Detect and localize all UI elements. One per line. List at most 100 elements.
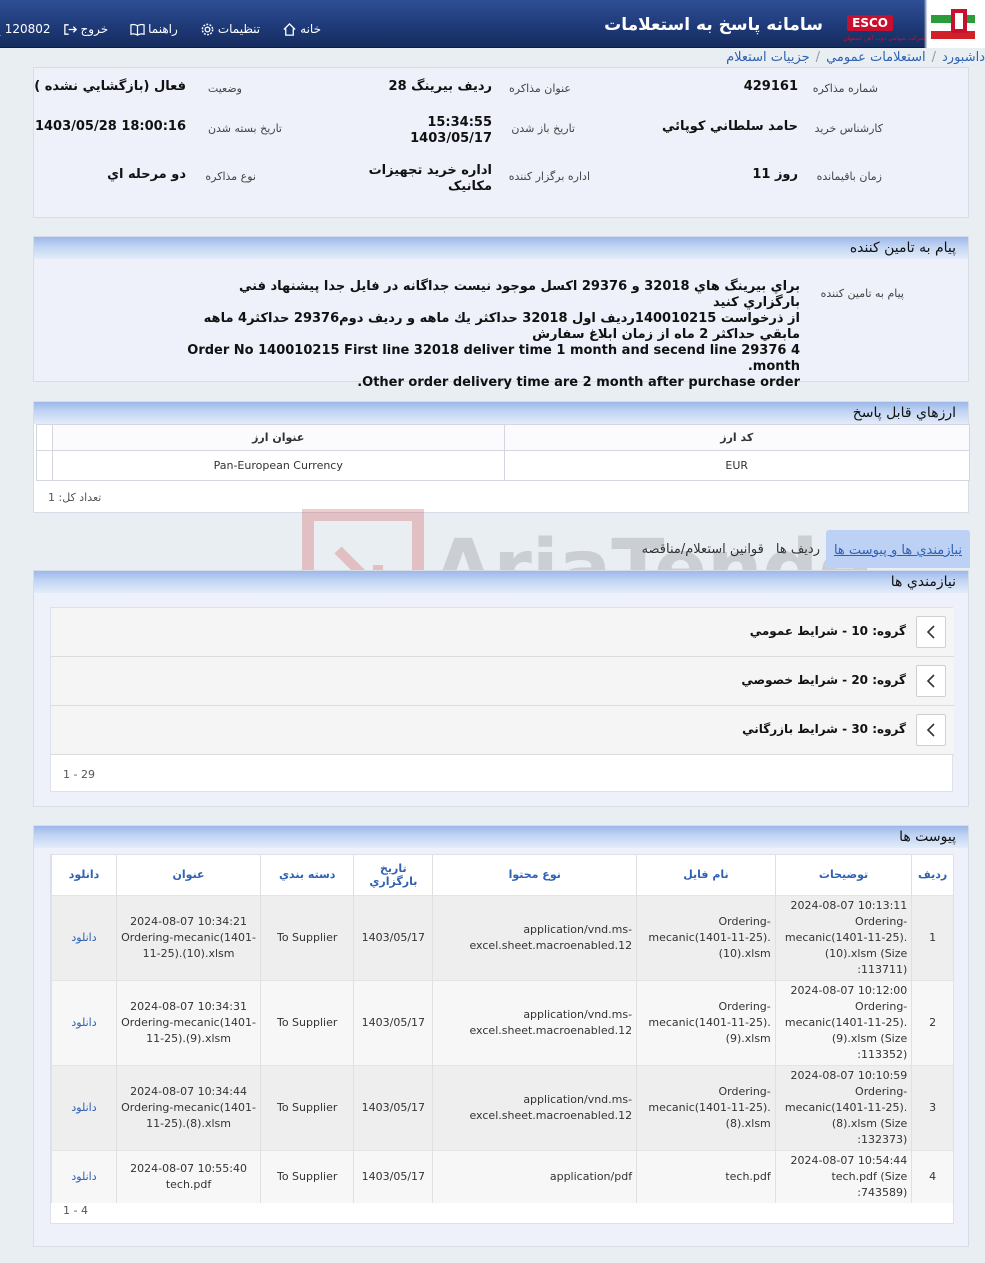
- breadcrumb: داشبورد / استعلامات عمومي / جزييات استعل…: [726, 48, 985, 66]
- esco-badge: ESCO: [847, 15, 893, 31]
- category-cell: To Supplier: [260, 894, 354, 980]
- expert-label: کارشناس خريد: [814, 122, 883, 135]
- download-link[interactable]: دانلود: [71, 1101, 96, 1114]
- table-row[interactable]: Pan-European Currency EUR: [36, 450, 970, 481]
- nav-logout[interactable]: خروج: [63, 22, 108, 37]
- organizer-value-line1: اداره خريد تجهيزات: [368, 163, 492, 178]
- download-link[interactable]: دانلود: [71, 1170, 96, 1183]
- organizer-value-line2: مکانيک: [448, 179, 492, 194]
- nav-guide-label: راهنما: [148, 22, 178, 36]
- row-spacer: [36, 450, 53, 481]
- open-date-label: تاريخ باز شدن: [511, 122, 575, 135]
- nav-home[interactable]: خانه: [282, 22, 321, 37]
- table-row[interactable]: دانلود 2024-08-07 10:34:21 Ordering-meca…: [51, 894, 953, 980]
- content-type-cell: application/pdf: [432, 1149, 637, 1203]
- nav-settings[interactable]: تنظيمات: [200, 22, 260, 37]
- supplier-message-title: پيام به تامين کننده: [34, 237, 968, 259]
- table-corner: [36, 424, 53, 451]
- remaining-value: 11 روز: [752, 167, 798, 182]
- download-link[interactable]: دانلود: [71, 931, 96, 944]
- description-cell: 2024-08-07 10:10:59 Ordering-mecanic(140…: [774, 1064, 912, 1150]
- date-cell: 1403/05/17: [353, 894, 433, 980]
- nav-settings-label: تنظيمات: [217, 22, 261, 36]
- group-title: گروه: 30 - شرايط بازرگاني: [742, 722, 906, 736]
- user-id: 120802: [4, 22, 51, 36]
- date-cell: 1403/05/17: [353, 1149, 433, 1203]
- table-row[interactable]: دانلود 2024-08-07 10:34:44 Ordering-meca…: [51, 1064, 953, 1150]
- close-date-label: تاريخ بسته شدن: [207, 122, 282, 135]
- breadcrumb-inquiry-details[interactable]: جزييات استعلام: [726, 50, 810, 65]
- group-row[interactable]: گروه: 20 - شرايط خصوصي: [51, 657, 954, 706]
- tab-rules[interactable]: قوانين استعلام/مناقصه: [636, 542, 770, 557]
- group-row[interactable]: گروه: 30 - شرايط بازرگاني: [51, 706, 954, 755]
- expand-group-button[interactable]: [916, 714, 946, 746]
- currencies-title: ارزهاي قابل پاسخ: [34, 402, 968, 424]
- expand-group-button[interactable]: [916, 665, 946, 697]
- col-download[interactable]: دانلود: [51, 855, 117, 895]
- subject-value: 28 رديف بيرينگ: [388, 79, 492, 94]
- expert-value: حامد سلطاني کوپائي: [661, 119, 798, 134]
- attachments-panel: پيوست ها دانلود عنوان دسته بندي تاريخ با…: [33, 825, 969, 1247]
- nav-user[interactable]: 120802: [0, 22, 51, 37]
- col-index[interactable]: رديف: [911, 855, 953, 895]
- tab-rows[interactable]: رديف ها: [770, 542, 826, 557]
- open-date-value: 1403/05/17: [410, 131, 492, 146]
- nav-home-label: خانه: [300, 22, 321, 36]
- attachments-table: دانلود عنوان دسته بندي تاريخ بارگزاري نو…: [50, 854, 954, 1224]
- currency-code-cell: EUR: [503, 450, 970, 481]
- top-header: ESCO شرکت سهامی ذوب آهن اصفهان سامانه پا…: [0, 0, 985, 48]
- breadcrumb-separator: /: [815, 49, 821, 65]
- expand-group-button[interactable]: [916, 616, 946, 648]
- table-row[interactable]: دانلود 2024-08-07 10:34:31 Ordering-meca…: [51, 979, 953, 1065]
- file-name-cell: tech.pdf: [636, 1149, 776, 1203]
- esco-subtitle: شرکت سهامی ذوب آهن اصفهان: [843, 35, 925, 42]
- file-name-cell: Ordering-mecanic(1401-11-25). (10).xlsm: [636, 894, 776, 980]
- download-link[interactable]: دانلود: [71, 1016, 96, 1029]
- table-row[interactable]: دانلود 2024-08-07 10:55:40 tech.pdf To S…: [51, 1149, 953, 1203]
- col-category[interactable]: دسته بندي: [260, 855, 354, 895]
- content-type-cell: application/vnd.ms-excel.sheet.macroenab…: [432, 894, 637, 980]
- col-title[interactable]: عنوان: [115, 855, 261, 895]
- chevron-left-icon: [926, 674, 935, 688]
- content-type-cell: application/vnd.ms-excel.sheet.macroenab…: [432, 1064, 637, 1150]
- description-cell: 2024-08-07 10:13:11 Ordering-mecanic(140…: [774, 894, 912, 980]
- col-file-name[interactable]: نام فايل: [636, 855, 776, 895]
- open-time-value: 15:34:55: [427, 115, 492, 130]
- description-cell: 2024-08-07 10:54:44 tech.pdf (Size :7435…: [774, 1149, 912, 1203]
- currencies-panel: ارزهاي قابل پاسخ عنوان ارز کد ارز Pan-Eu…: [33, 401, 970, 513]
- breadcrumb-public-inquiries[interactable]: استعلامات عمومي: [826, 50, 926, 65]
- message-line: Order No 140010215 First line 32018 deli…: [187, 343, 800, 374]
- status-label: وضعيت: [207, 82, 242, 95]
- type-label: نوع مذاکره: [205, 170, 256, 183]
- user-icon: [0, 34, 1, 36]
- book-icon: [130, 23, 145, 36]
- home-icon: [283, 22, 296, 36]
- group-title: گروه: 20 - شرايط خصوصي: [741, 673, 906, 687]
- group-row[interactable]: گروه: 10 - شرايط عمومي: [51, 608, 954, 657]
- requirements-title: نيازمندي ها: [34, 571, 968, 593]
- file-name-cell: Ordering-mecanic(1401-11-25). (9).xlsm: [636, 979, 776, 1065]
- col-currency-name[interactable]: عنوان ارز: [51, 424, 505, 451]
- col-currency-code[interactable]: کد ارز: [503, 424, 970, 451]
- nav-guide[interactable]: راهنما: [130, 22, 178, 37]
- esco-logo: [931, 9, 975, 39]
- col-content-type[interactable]: نوع محتوا: [432, 855, 637, 895]
- currency-name-cell: Pan-European Currency: [51, 450, 505, 481]
- gear-icon: [201, 23, 214, 35]
- index-cell: 4: [911, 1149, 953, 1203]
- col-upload-date[interactable]: تاريخ بارگزاري: [353, 855, 433, 895]
- supplier-message-text: براي بيرينگ هاي 32018 و 29376 اکسل موجود…: [180, 279, 800, 391]
- status-value: فعال (بازگشايي نشده ): [34, 79, 186, 94]
- tab-requirements-attachments[interactable]: نيازمندي ها و پيوست ها: [825, 530, 970, 568]
- app-title: سامانه پاسخ به استعلامات: [604, 15, 823, 35]
- number-label: شماره مذاکره: [812, 82, 878, 95]
- title-cell: 2024-08-07 10:34:44 Ordering-mecanic(140…: [115, 1064, 261, 1150]
- breadcrumb-dashboard[interactable]: داشبورد: [942, 50, 985, 65]
- index-cell: 1: [911, 894, 953, 980]
- category-cell: To Supplier: [260, 979, 354, 1065]
- file-name-cell: Ordering-mecanic(1401-11-25). (8).xlsm: [636, 1064, 776, 1150]
- col-description[interactable]: توضيحات: [774, 855, 912, 895]
- message-line: براي بيرينگ هاي 32018 و 29376 اکسل موجود…: [239, 279, 800, 310]
- currencies-table: عنوان ارز کد ارز Pan-European Currency E…: [36, 424, 970, 481]
- detail-tabs: نيازمندي ها و پيوست ها رديف ها قوانين اس…: [604, 530, 970, 568]
